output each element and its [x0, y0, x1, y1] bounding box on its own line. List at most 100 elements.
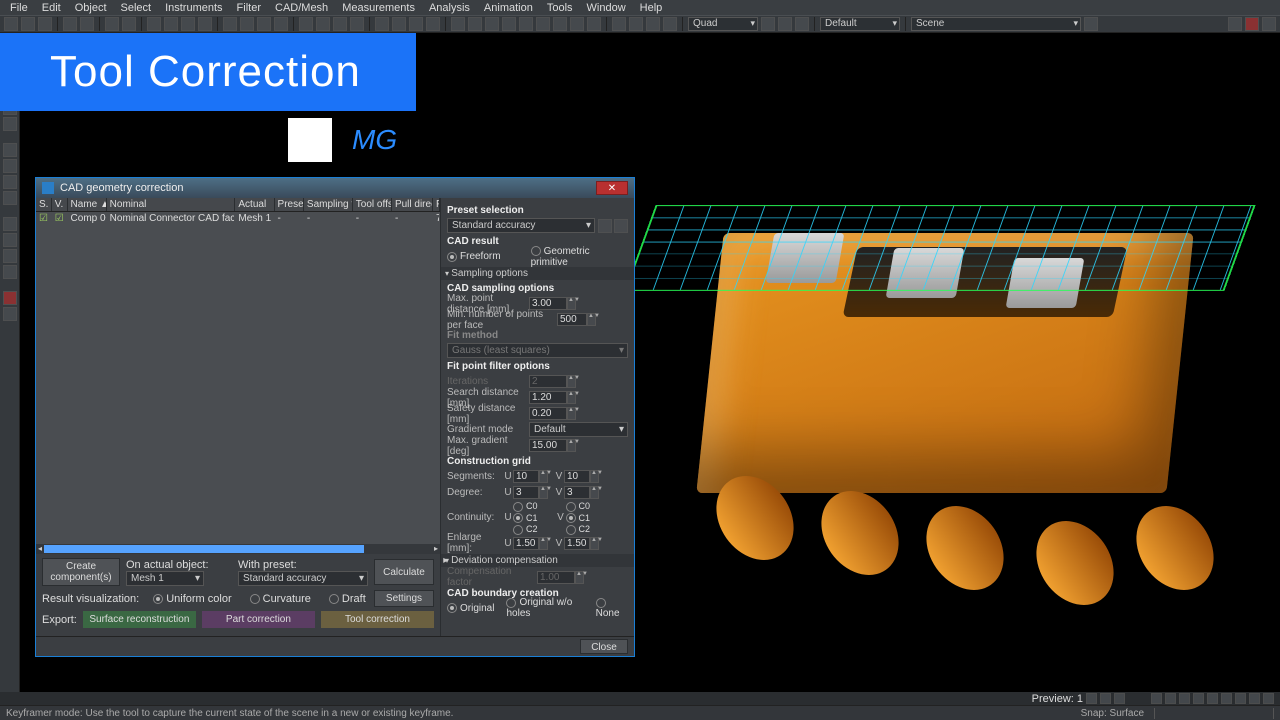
col-v[interactable]: V.	[52, 198, 68, 211]
side-10-icon[interactable]	[3, 191, 17, 205]
col-offset[interactable]: Tool offset	[353, 198, 392, 211]
search-spin[interactable]: ▲▼	[567, 391, 576, 404]
col-actual[interactable]: Actual	[235, 198, 274, 211]
list-row[interactable]: Comp 001 Nominal Connector CAD face 6 Me…	[36, 212, 440, 226]
snap-label[interactable]: Snap: Surface	[1081, 708, 1144, 719]
tool-w-icon[interactable]	[553, 17, 567, 31]
tool-copy-icon[interactable]	[105, 17, 119, 31]
dialog-titlebar[interactable]: CAD geometry correction ✕	[36, 178, 634, 198]
vis-draft-radio[interactable]	[329, 594, 339, 604]
maxgrad-spin[interactable]: ▲▼	[567, 439, 576, 452]
close-button[interactable]: Close	[580, 639, 628, 654]
tool-g-icon[interactable]	[257, 17, 271, 31]
tool-o-icon[interactable]	[409, 17, 423, 31]
side-15-icon[interactable]	[3, 291, 17, 305]
export-part-button[interactable]: Part correction	[202, 611, 315, 628]
enl-v-spin[interactable]: ▲▼	[590, 537, 599, 550]
list-body[interactable]: Comp 001 Nominal Connector CAD face 6 Me…	[36, 212, 440, 544]
tool-cc-icon[interactable]	[663, 17, 677, 31]
pv-a-icon[interactable]	[1086, 693, 1097, 704]
list-hscroll[interactable]	[36, 544, 440, 554]
export-tool-button[interactable]: Tool correction	[321, 611, 434, 628]
enl-u-input[interactable]	[513, 537, 539, 550]
tool-u-icon[interactable]	[519, 17, 533, 31]
tool-aa-icon[interactable]	[629, 17, 643, 31]
tool-i-icon[interactable]	[299, 17, 313, 31]
side-8-icon[interactable]	[3, 159, 17, 173]
pv-h-icon[interactable]	[1207, 693, 1218, 704]
tool-e-icon[interactable]	[223, 17, 237, 31]
col-nominal[interactable]: Nominal	[107, 198, 236, 211]
geomprim-radio[interactable]	[531, 246, 541, 256]
seg-v-spin[interactable]: ▲▼	[590, 470, 599, 483]
menu-edit[interactable]: Edit	[36, 1, 67, 15]
side-6-icon[interactable]	[3, 117, 17, 131]
tool-q-icon[interactable]	[451, 17, 465, 31]
menu-cadmesh[interactable]: CAD/Mesh	[269, 1, 334, 15]
row-vis-icon[interactable]	[52, 212, 68, 226]
tool-b-icon[interactable]	[164, 17, 178, 31]
tool-v-icon[interactable]	[536, 17, 550, 31]
tool-y-icon[interactable]	[587, 17, 601, 31]
maxgrad-input[interactable]	[529, 439, 567, 452]
menu-instruments[interactable]: Instruments	[159, 1, 228, 15]
tool-jj-icon[interactable]	[1262, 17, 1276, 31]
tool-n-icon[interactable]	[392, 17, 406, 31]
tool-redo-icon[interactable]	[80, 17, 94, 31]
menu-filter[interactable]: Filter	[231, 1, 267, 15]
calculate-button[interactable]: Calculate	[374, 559, 434, 585]
preset-save-icon[interactable]	[598, 219, 612, 233]
pv-f-icon[interactable]	[1179, 693, 1190, 704]
v-c2-radio[interactable]	[566, 525, 576, 535]
tool-hh-icon[interactable]	[1228, 17, 1242, 31]
menu-animation[interactable]: Animation	[478, 1, 539, 15]
search-input[interactable]	[529, 391, 567, 404]
tool-r-icon[interactable]	[468, 17, 482, 31]
tool-x-icon[interactable]	[570, 17, 584, 31]
v-c0-radio[interactable]	[566, 502, 576, 512]
shading-combo[interactable]: Default	[820, 17, 900, 31]
b-none-radio[interactable]	[596, 598, 606, 608]
row-check-icon[interactable]	[36, 212, 52, 226]
enl-u-spin[interactable]: ▲▼	[539, 537, 548, 550]
preset-select[interactable]: Standard accuracy	[238, 571, 368, 586]
tool-dd-icon[interactable]	[761, 17, 775, 31]
side-9-icon[interactable]	[3, 175, 17, 189]
export-surface-button[interactable]: Surface reconstruction	[83, 611, 196, 628]
menu-tools[interactable]: Tools	[541, 1, 579, 15]
side-13-icon[interactable]	[3, 249, 17, 263]
col-poi[interactable]: Poi	[433, 198, 440, 211]
tool-f-icon[interactable]	[240, 17, 254, 31]
max-pt-spin[interactable]: ▲▼	[567, 297, 576, 310]
v-c1-radio[interactable]	[566, 513, 576, 523]
menu-help[interactable]: Help	[634, 1, 669, 15]
col-name[interactable]: Name ▲	[68, 198, 107, 211]
pv-g-icon[interactable]	[1193, 693, 1204, 704]
menu-window[interactable]: Window	[581, 1, 632, 15]
min-pts-spin[interactable]: ▲▼	[587, 313, 596, 326]
side-12-icon[interactable]	[3, 233, 17, 247]
close-icon[interactable]: ✕	[596, 181, 628, 195]
u-c1-radio[interactable]	[513, 513, 523, 523]
deg-v-spin[interactable]: ▲▼	[590, 486, 599, 499]
col-preset[interactable]: Preset	[275, 198, 304, 211]
min-pts-input[interactable]	[557, 313, 587, 326]
pv-b-icon[interactable]	[1100, 693, 1111, 704]
u-c2-radio[interactable]	[513, 525, 523, 535]
tool-ii-icon[interactable]	[1245, 17, 1259, 31]
preset-del-icon[interactable]	[614, 219, 628, 233]
col-sampling[interactable]: Sampling filter	[304, 198, 353, 211]
gradmode-select[interactable]: Default	[529, 422, 628, 437]
seg-v-input[interactable]	[564, 470, 590, 483]
tool-p-icon[interactable]	[426, 17, 440, 31]
seg-u-input[interactable]	[513, 470, 539, 483]
tool-new-icon[interactable]	[4, 17, 18, 31]
deg-u-input[interactable]	[513, 486, 539, 499]
side-7-icon[interactable]	[3, 143, 17, 157]
tool-a-icon[interactable]	[147, 17, 161, 31]
pv-j-icon[interactable]	[1235, 693, 1246, 704]
menu-select[interactable]: Select	[115, 1, 158, 15]
pv-l-icon[interactable]	[1263, 693, 1274, 704]
devcomp-group[interactable]: ▸ Deviation compensation	[441, 554, 634, 567]
tool-m-icon[interactable]	[375, 17, 389, 31]
